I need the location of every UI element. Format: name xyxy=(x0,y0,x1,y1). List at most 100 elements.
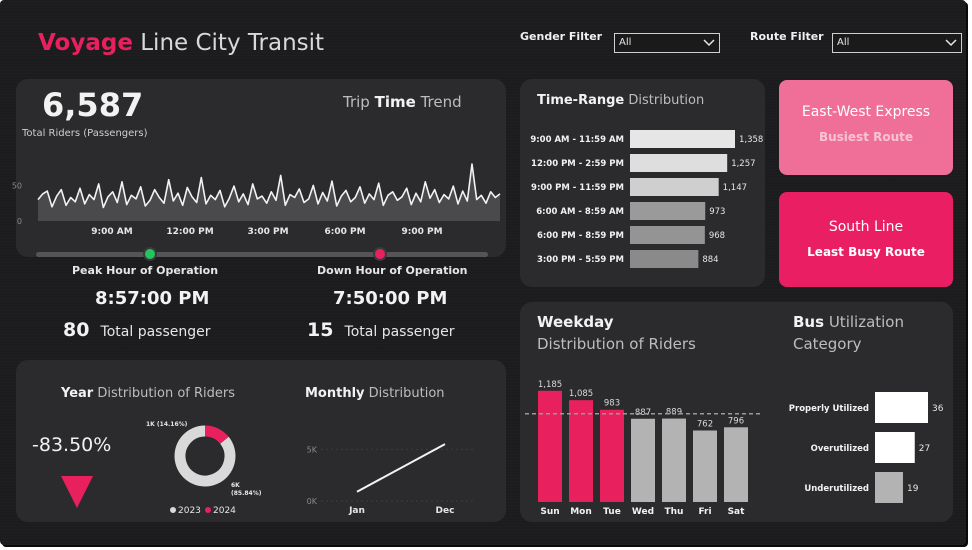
weekday-category: Mon xyxy=(570,507,592,517)
time-range-value: 1,147 xyxy=(723,183,747,193)
donut-slice-2024 xyxy=(204,425,229,445)
year-donut-chart: 1K (14.16%) 6K(85.84%) 2023 2024 xyxy=(146,421,262,516)
trend-x-tick: 9:00 AM xyxy=(91,227,132,237)
bus-title-a: Bus xyxy=(793,313,825,331)
weekday-bar xyxy=(693,430,717,502)
bus-category: Underutilized xyxy=(804,484,869,494)
year-title-b: Distribution of Riders xyxy=(97,386,236,401)
weekday-category: Sun xyxy=(540,507,559,517)
time-range-category: 6:00 AM - 8:59 AM xyxy=(536,207,624,217)
year-change-value: -83.50% xyxy=(32,434,112,456)
weekday-bar xyxy=(538,390,562,502)
weekday-bar xyxy=(600,409,624,502)
donut-label-2023-pct: (85.84%) xyxy=(231,490,262,497)
down-passenger-label: Total passenger xyxy=(344,324,455,340)
least-busy-route-label: Least Busy Route xyxy=(807,245,925,259)
total-riders-label: Total Riders (Passengers) xyxy=(22,128,148,139)
weekday-title-a: Weekday xyxy=(537,313,614,331)
weekday-value: 983 xyxy=(604,399,620,409)
time-range-value: 1,257 xyxy=(731,159,755,169)
peak-hour-time: 8:57:00 PM xyxy=(95,288,210,309)
monthly-y-tick: 5K xyxy=(307,445,318,454)
weekday-title-b: Distribution of Riders xyxy=(537,335,696,353)
page-title: Voyage Line City Transit xyxy=(38,30,324,56)
trend-area xyxy=(38,164,500,221)
title-accent: Voyage xyxy=(38,30,133,56)
trend-x-tick: 9:00 PM xyxy=(401,227,442,237)
total-riders-value: 6,587 xyxy=(42,86,144,124)
time-range-bar xyxy=(630,202,706,220)
legend-2024-marker xyxy=(205,507,211,513)
down-passenger: 15 Total passenger xyxy=(307,319,455,341)
gender-filter-dropdown[interactable]: All xyxy=(614,33,720,53)
weekday-bar xyxy=(631,418,655,502)
weekday-bar xyxy=(662,418,686,502)
time-range-value: 884 xyxy=(702,255,718,265)
trend-y-tick: 50 xyxy=(12,181,22,190)
trip-trend-title-a: Trip xyxy=(343,93,370,111)
bus-value: 36 xyxy=(932,404,944,414)
time-range-chart: 9:00 AM - 11:59 AM 1,358 12:00 PM - 2:59 P… xyxy=(530,130,763,268)
peak-slider-handle[interactable] xyxy=(143,247,157,261)
legend-2023-marker xyxy=(170,507,176,513)
time-range-title-a: Time-Range xyxy=(537,93,625,108)
weekday-category: Wed xyxy=(632,507,654,517)
title-rest: Line City Transit xyxy=(140,30,325,56)
bus-category: Properly Utilized xyxy=(789,404,869,414)
least-busy-route-card[interactable]: South Line Least Busy Route xyxy=(779,192,953,287)
trip-trend-title-c: Trend xyxy=(420,93,462,111)
monthly-title-a: Monthly xyxy=(305,386,365,401)
time-range-bar xyxy=(630,178,719,196)
down-slider-handle[interactable] xyxy=(373,247,387,261)
monthly-line-chart: 5K 0K Jan Dec xyxy=(307,443,475,516)
route-filter-dropdown[interactable]: All xyxy=(832,33,962,53)
peak-passenger: 80 Total passenger xyxy=(63,319,211,341)
busiest-route-card[interactable]: East-West Express Busiest Route xyxy=(779,80,953,175)
monthly-x-tick: Dec xyxy=(436,506,455,516)
bus-bar xyxy=(875,472,903,503)
busiest-route-name: East-West Express xyxy=(801,104,931,120)
gender-filter-label: Gender Filter xyxy=(520,30,603,43)
weekday-bar-chart: 1,185 Sun 1,085 Mon 983 Tue 887 Wed 889 Thu 762 Fri… xyxy=(525,380,760,517)
down-hour-time: 7:50:00 PM xyxy=(333,288,448,309)
time-range-category: 9:00 AM - 11:59 AM xyxy=(530,135,624,145)
time-range-category: 3:00 PM - 5:59 PM xyxy=(537,255,624,265)
bus-title: Bus Utilization xyxy=(793,313,904,331)
down-triangle-icon xyxy=(61,476,93,508)
trip-trend-title: Trip Time Trend xyxy=(343,93,462,111)
weekday-value: 1,185 xyxy=(538,380,562,390)
weekday-category: Fri xyxy=(698,507,711,517)
gender-filter-value: All xyxy=(619,37,632,48)
bus-value: 19 xyxy=(907,484,919,494)
time-range-bar xyxy=(630,154,728,172)
trip-trend-title-b: Time xyxy=(374,93,416,111)
weekday-bar xyxy=(724,427,748,502)
bus-bar xyxy=(875,432,915,463)
trip-trend-chart: 50 0 9:00 AM 12:00 PM 3:00 PM 6:00 PM 9:00 PM xyxy=(12,163,501,237)
time-range-value: 973 xyxy=(709,207,725,217)
bus-category: Overutilized xyxy=(811,444,869,454)
trend-y-tick: 0 xyxy=(17,217,22,226)
weekday-value: 887 xyxy=(635,408,651,418)
monthly-line xyxy=(356,443,446,493)
time-range-category: 6:00 PM - 8:59 PM xyxy=(537,231,624,241)
time-range-title: Time-Range Distribution xyxy=(537,93,704,108)
route-filter-label: Route Filter xyxy=(750,30,824,43)
chevron-down-icon xyxy=(945,39,957,47)
year-title-a: Year xyxy=(61,386,94,401)
time-range-value: 968 xyxy=(709,231,725,241)
chevron-down-icon xyxy=(703,39,715,47)
time-range-bar xyxy=(630,250,699,268)
time-range-category: 12:00 PM - 2:59 PM xyxy=(531,159,624,169)
legend-2023-label: 2023 xyxy=(178,506,201,516)
weekday-category: Sat xyxy=(728,507,746,517)
time-range-bar xyxy=(630,130,735,148)
weekday-value: 1,085 xyxy=(569,389,593,399)
weekday-value: 762 xyxy=(697,419,713,429)
year-title: Year Distribution of Riders xyxy=(61,386,235,401)
trend-x-tick: 12:00 PM xyxy=(166,227,213,237)
time-slider-track[interactable] xyxy=(36,252,488,257)
peak-hour-label: Peak Hour of Operation xyxy=(72,264,219,277)
bus-bar xyxy=(875,392,928,423)
dashboard: Voyage Line City Transit Gender Filter A… xyxy=(0,0,966,545)
